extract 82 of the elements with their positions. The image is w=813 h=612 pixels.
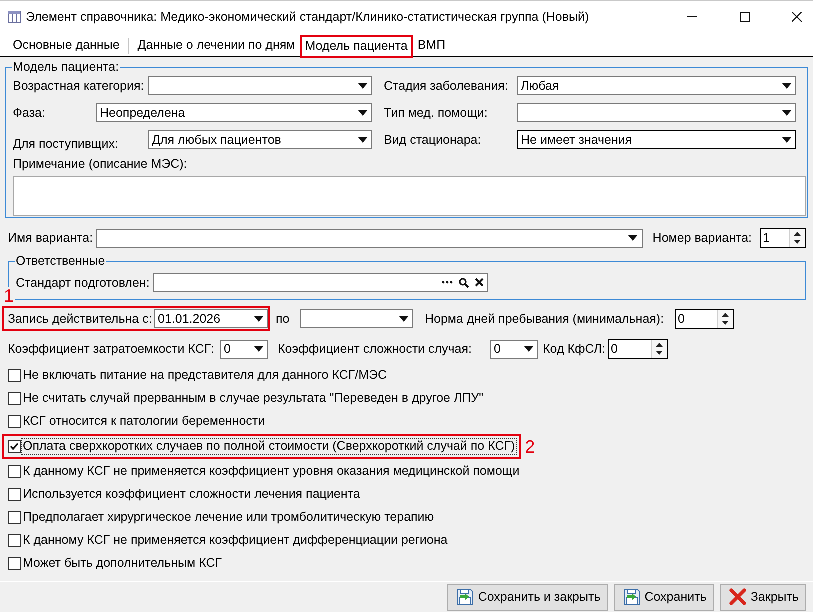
ellipsis-icon[interactable] (442, 281, 453, 284)
caret-icon[interactable] (782, 110, 792, 116)
tab[interactable]: ВМП (412, 34, 451, 56)
dropdown-field[interactable]: 01.01.2026 (154, 309, 268, 328)
checkbox[interactable] (8, 369, 21, 382)
checkbox-label[interactable]: Предполагает хирургическое лечение или тромболитическую терапию (21, 509, 436, 526)
annotation-number: 1 (3, 287, 16, 305)
checkbox-label[interactable]: КСГ относится к патологии беременности (21, 413, 268, 430)
spin-field[interactable]: 1 (760, 228, 806, 248)
field-label: Стандарт подготовлен: (16, 276, 151, 290)
save-button[interactable]: Сохранить (614, 584, 714, 610)
tab[interactable]: Основные данные (8, 34, 125, 56)
maximize-icon[interactable] (740, 12, 750, 22)
group-title: Ответственные (15, 254, 106, 268)
checkbox-label[interactable]: Оплата сверхкоротких случаев по полной стоимости (Сверхкороткий случай по КСГ) (21, 438, 518, 455)
checkbox[interactable] (8, 440, 21, 453)
dropdown-field[interactable]: Для любых пациентов (148, 130, 372, 149)
caret-icon[interactable] (358, 136, 368, 142)
spinner-arrows-icon[interactable] (656, 343, 663, 355)
field-label: Коэффициент затратоемкости КСГ: (8, 342, 216, 356)
caret-icon[interactable] (524, 346, 534, 352)
field-label: Номер варианта: (652, 231, 752, 245)
checkbox-label[interactable]: Не включать питание на представителя для данного КСГ/МЭС (21, 367, 390, 384)
field-label: Норма дней пребывания (минимальная): (425, 312, 666, 326)
checkbox[interactable] (8, 511, 21, 524)
window-title: Элемент справочника: Медико-экономический стандарт/Клинико-статистическая группа (Новый) (26, 10, 590, 24)
caret-icon[interactable] (358, 110, 368, 116)
checkbox-label[interactable]: Не считать случай прерванным в случае результата "Переведен в другое ЛПУ" (21, 390, 486, 407)
search-icon[interactable] (459, 278, 469, 288)
checkbox[interactable] (8, 488, 21, 501)
close-icon (728, 588, 747, 606)
checkbox-label[interactable]: К данному КСГ не применяется коэффициент дифференциации региона (21, 532, 450, 549)
field-label: Фаза: (13, 106, 46, 120)
spin-field[interactable]: 0 (608, 339, 668, 359)
dropdown-field[interactable]: 0 (490, 340, 538, 358)
caret-icon[interactable] (628, 235, 638, 241)
caret-icon[interactable] (782, 82, 792, 88)
dropdown-field[interactable] (148, 76, 372, 95)
tab[interactable]: Модель пациента (300, 35, 413, 58)
tab[interactable]: Данные о лечении по дням (132, 34, 300, 56)
field-label: Тип мед. помощи: (384, 106, 489, 120)
checkbox[interactable] (8, 465, 21, 478)
checkbox[interactable] (8, 392, 21, 405)
dropdown-field[interactable] (517, 103, 796, 122)
checkbox-label[interactable]: Может быть дополнительным КСГ (21, 555, 224, 572)
lookup-field[interactable] (153, 273, 488, 292)
caret-icon[interactable] (782, 136, 792, 142)
caret-icon[interactable] (398, 316, 408, 322)
field-label: Коэффициент сложности случая: (278, 342, 474, 356)
field-label: Стадия заболевания: (384, 78, 510, 92)
annotation-number: 2 (525, 438, 536, 456)
checkbox[interactable] (8, 534, 21, 547)
dropdown-field[interactable]: Не имеет значения (517, 130, 796, 149)
close-button[interactable]: Закрыть (720, 584, 806, 610)
table-icon (8, 10, 21, 22)
field-label: Примечание (описание МЭС): (13, 157, 188, 171)
spinner-arrows-icon[interactable] (794, 232, 801, 244)
save-and-close-button[interactable]: Сохранить и закрыть (447, 584, 608, 610)
field-label: Возрастная категория: (13, 78, 146, 92)
spin-field[interactable]: 0 (675, 308, 734, 328)
field-label: Для поступивщих: (13, 137, 120, 151)
dropdown-field[interactable]: Любая (517, 76, 796, 95)
dropdown-field[interactable]: 0 (220, 340, 268, 358)
field-label: Вид стационара: (384, 132, 482, 146)
dropdown-field[interactable]: Неопределена (96, 103, 372, 122)
field-label: Код КфСЛ: (543, 342, 607, 356)
dropdown-field[interactable] (96, 228, 643, 248)
checkbox[interactable] (8, 557, 21, 570)
checkbox-label[interactable]: К данному КСГ не применяется коэффициент уровня оказания медицинской помощи (21, 463, 522, 480)
dropdown-field[interactable] (300, 309, 413, 328)
field-label: по (276, 312, 291, 326)
group-title: Модель пациента: (12, 60, 120, 74)
spinner-arrows-icon[interactable] (722, 312, 729, 324)
caret-icon[interactable] (254, 316, 264, 322)
caret-icon[interactable] (254, 346, 264, 352)
field-label: Запись действительна с: (8, 312, 154, 326)
checkbox[interactable] (8, 415, 21, 428)
clear-icon[interactable] (475, 278, 484, 287)
checkbox-label[interactable]: Используется коэффициент сложности лечения пациента (21, 486, 362, 503)
close-icon[interactable] (792, 12, 802, 22)
caret-icon[interactable] (358, 82, 368, 88)
field-label: Имя варианта: (8, 231, 94, 245)
